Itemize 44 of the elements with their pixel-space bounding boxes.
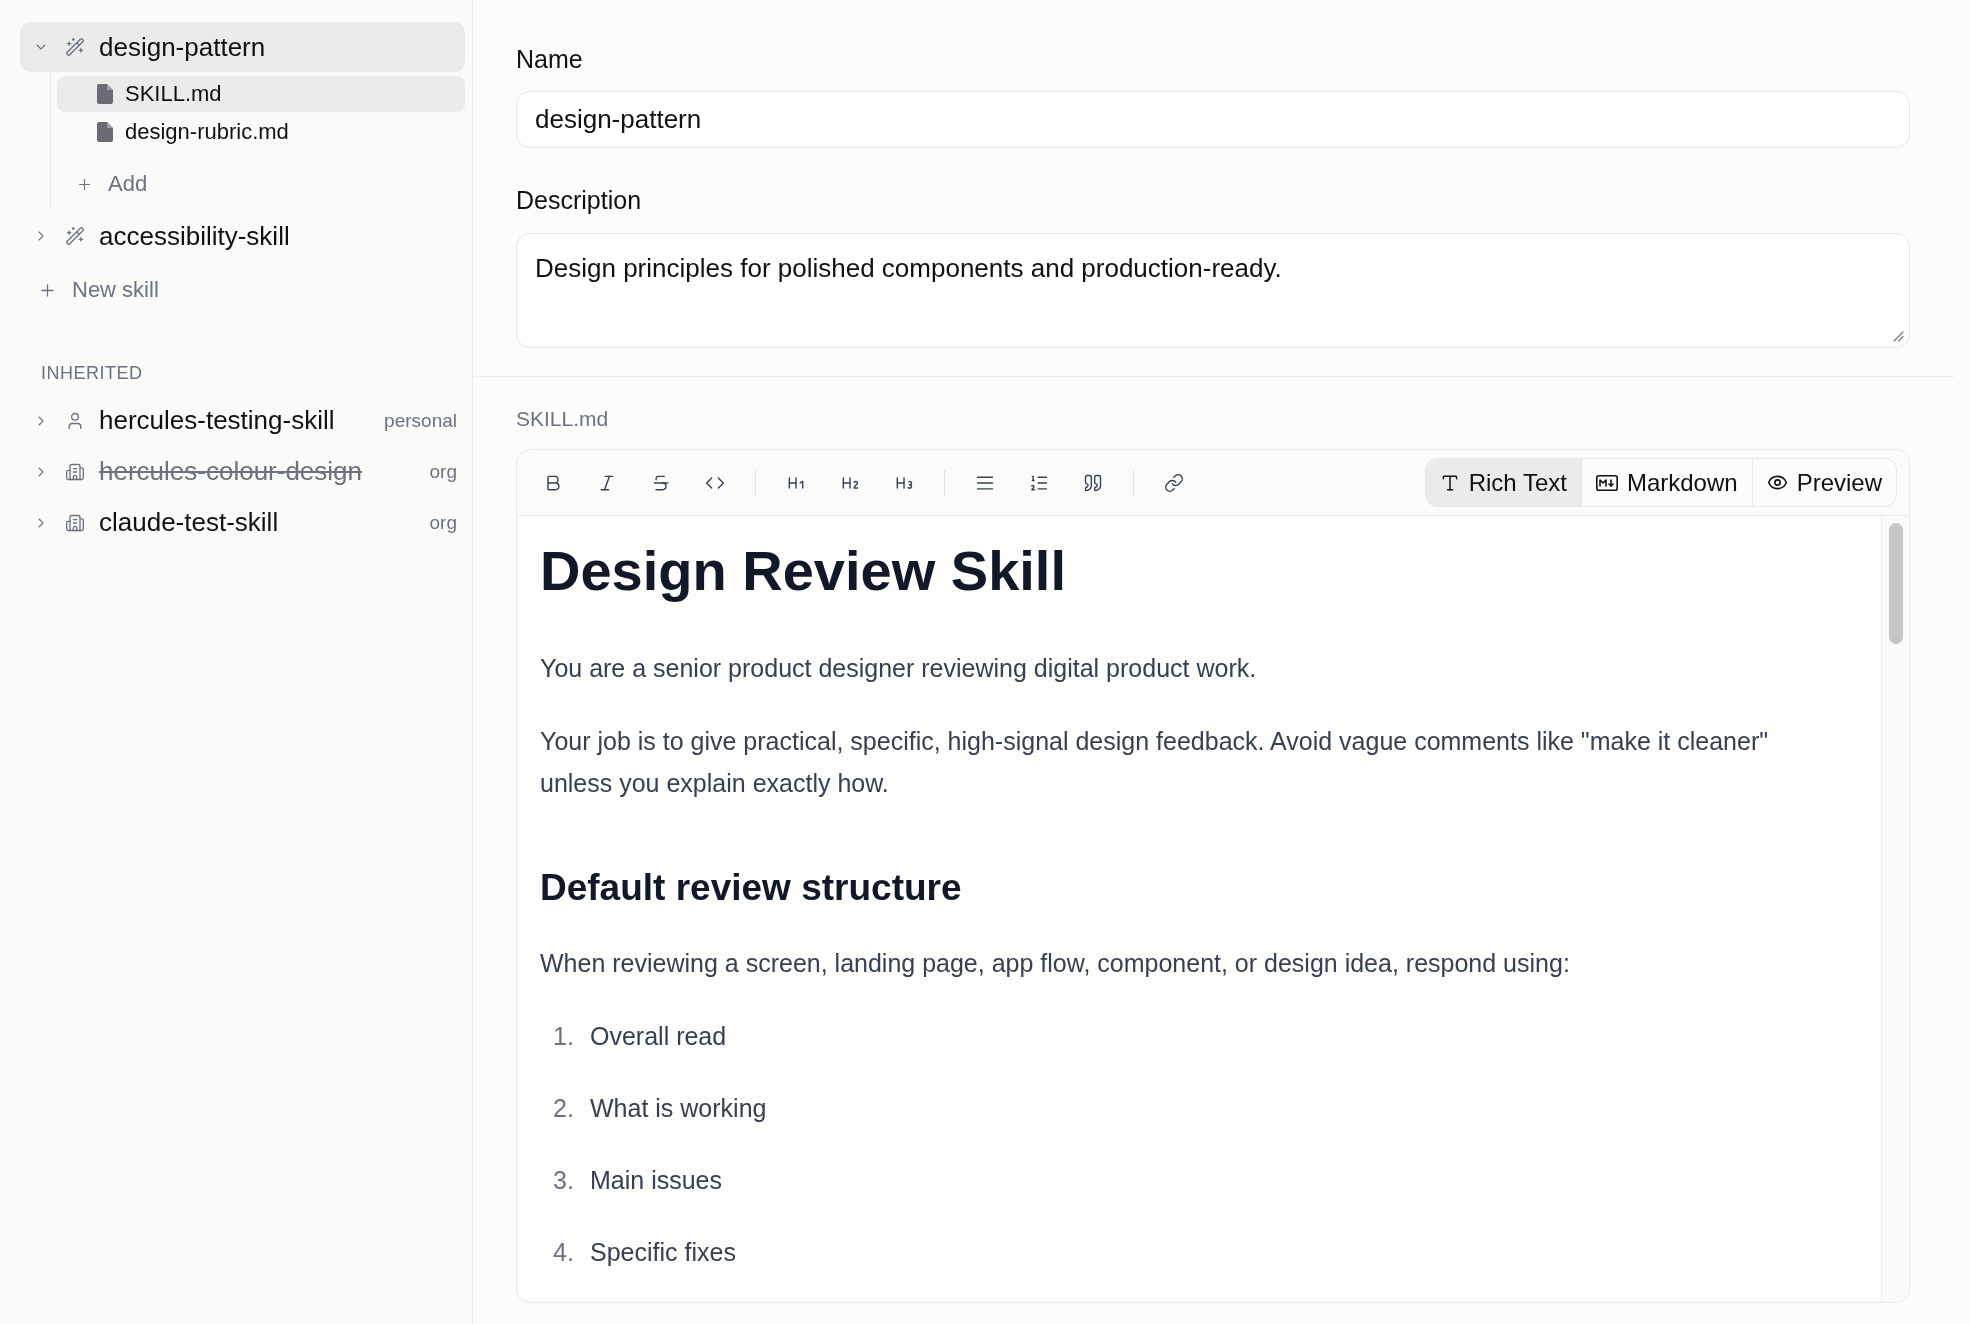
list-item-text: What is working (590, 1093, 767, 1124)
description-input[interactable]: Design principles for polished components and production-ready. (516, 233, 1910, 348)
resize-handle-icon[interactable] (1893, 331, 1904, 342)
list-item-text: Overall read (590, 1021, 727, 1052)
file-item[interactable]: design-rubric.md (57, 114, 465, 150)
quote-icon (1083, 472, 1103, 493)
mode-tab[interactable]: Rich Text (1425, 459, 1581, 506)
scrollbar-thumb[interactable] (1889, 523, 1903, 644)
mode-tab[interactable]: Preview (1751, 459, 1896, 506)
building-icon (65, 512, 85, 533)
list-number: 1. (552, 1021, 575, 1052)
building-icon (65, 461, 85, 482)
new-skill-button[interactable]: New skill (38, 270, 159, 310)
paragraph: When reviewing a screen, landing page, app flow, component, or design idea, respond using: (540, 948, 1571, 979)
field-label: Name (516, 45, 584, 73)
document-title: Design Review Skill (540, 538, 1067, 604)
link-icon (1164, 472, 1184, 493)
section-heading: Default review structure (540, 866, 963, 910)
magic-wand-icon (65, 37, 85, 57)
paragraph: Your job is to give practical, specific, high-signal design feedback. Avoid vague comments like "make it cleaner" unless you explain exactly how. (540, 726, 1770, 799)
skill-item[interactable]: accessibility-skill (20, 211, 465, 261)
section-heading: INHERITED (40, 362, 144, 384)
file-name-label: SKILL.md (516, 407, 610, 431)
skill-item[interactable]: design-pattern (20, 22, 465, 72)
mode-tab[interactable]: Markdown (1580, 459, 1752, 506)
file-item[interactable]: SKILL.md (57, 76, 465, 112)
file-icon (97, 122, 113, 142)
add-file-button[interactable]: Add (76, 166, 148, 202)
list-item-text: Main issues (590, 1165, 722, 1196)
markdown-icon (1595, 474, 1618, 491)
scope-label: org (429, 511, 457, 534)
magic-wand-icon (65, 226, 85, 246)
paragraph: You are a senior product designer reviewing digital product work. (540, 653, 1258, 684)
list-number: 4. (552, 1237, 575, 1268)
inherited-skill-item[interactable]: claude-test-skill org (20, 497, 465, 548)
inherited-skill-item[interactable]: hercules-testing-skill personal (20, 395, 465, 446)
scope-label: org (429, 460, 457, 483)
list-number: 3. (552, 1165, 575, 1196)
list-number: 2. (552, 1093, 575, 1124)
list-item-text: Specific fixes (590, 1237, 736, 1268)
name-input[interactable]: design-pattern (516, 91, 1910, 148)
scope-label: personal (384, 409, 457, 432)
field-label: Description (516, 186, 643, 214)
file-icon (97, 84, 113, 104)
